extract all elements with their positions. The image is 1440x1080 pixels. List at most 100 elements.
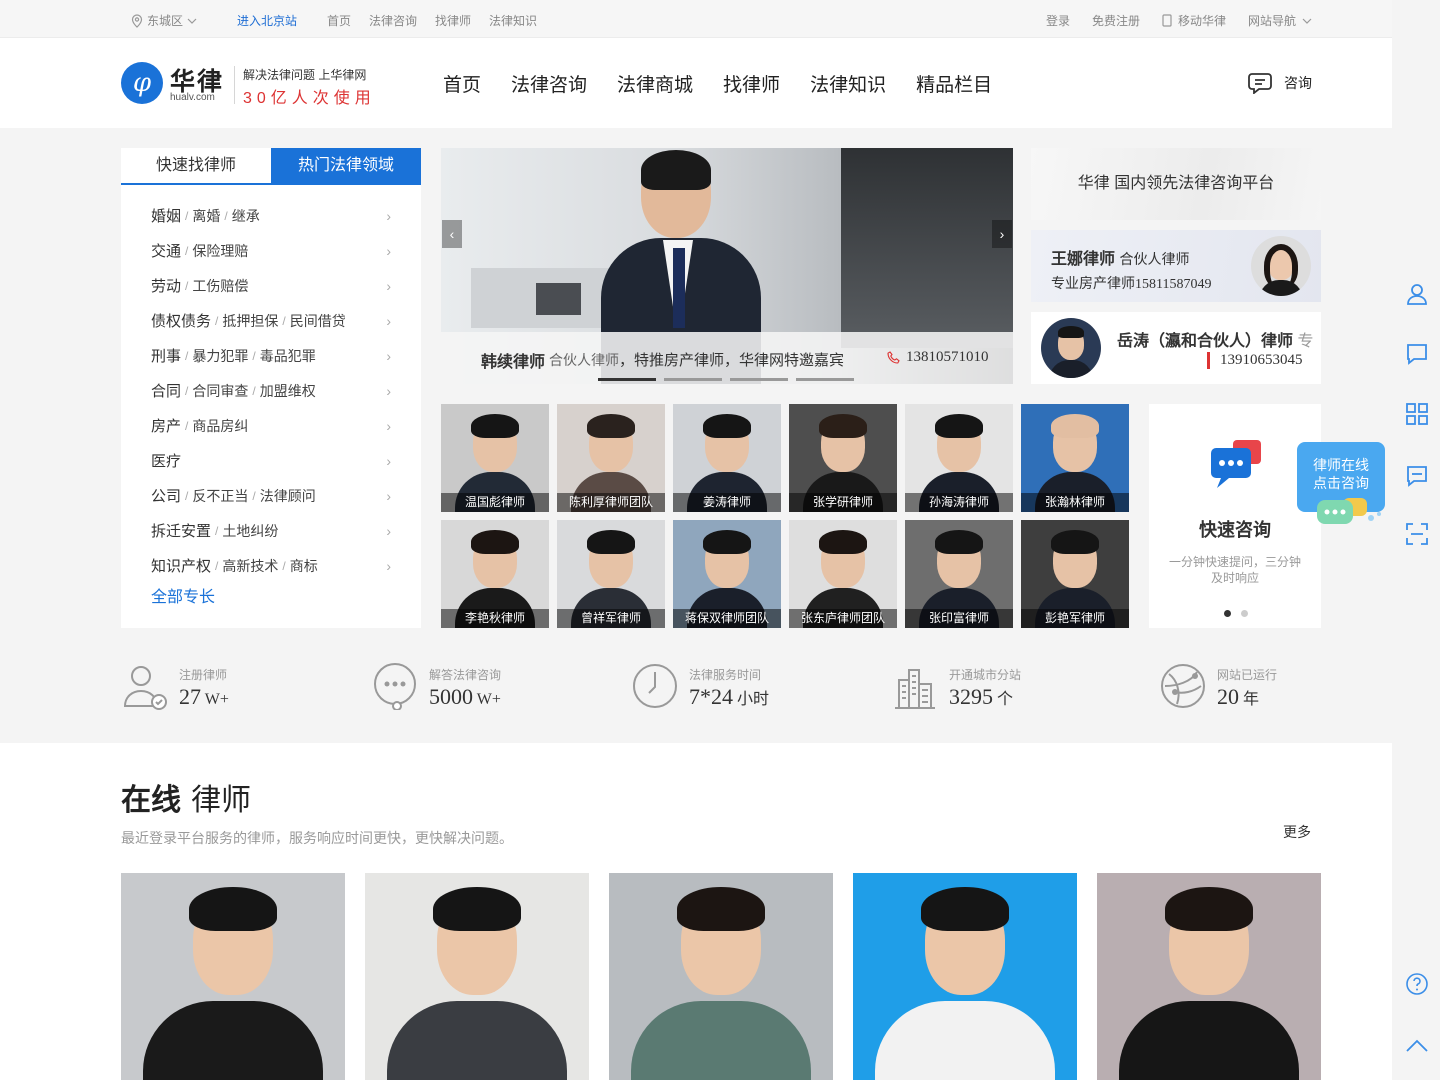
category-item[interactable]: 交通 / 保险理赔 › xyxy=(151,233,391,268)
pager-dot[interactable] xyxy=(1224,610,1231,617)
online-lawyer-card[interactable] xyxy=(853,873,1077,1080)
category-item[interactable]: 医疗 › xyxy=(151,443,391,478)
lawyer-tile[interactable]: 姜涛律师 xyxy=(673,404,781,512)
category-sub[interactable]: 离婚 xyxy=(192,206,220,226)
online-lawyer-card[interactable] xyxy=(121,873,345,1080)
nav-item[interactable]: 法律商城 xyxy=(617,70,693,97)
quick-consult-card[interactable]: 快速咨询 一分钟快速提问，三分钟及时响应 xyxy=(1149,404,1321,628)
category-sub[interactable]: 土地纠纷 xyxy=(222,521,278,541)
category-sub[interactable]: 商标 xyxy=(290,556,318,576)
hero-banner[interactable]: ‹ › 韩续律师 合伙人律师，特推房产律师，华律网特邀嘉宾 1381057101… xyxy=(441,148,1013,384)
category-main[interactable]: 知识产权 xyxy=(151,555,211,576)
category-main[interactable]: 刑事 xyxy=(151,345,181,366)
lawyer-tile[interactable]: 张瀚林律师 xyxy=(1021,404,1129,512)
nav-item[interactable]: 首页 xyxy=(443,70,481,97)
category-sub[interactable]: 工伤赔偿 xyxy=(192,276,248,296)
online-lawyer-card[interactable] xyxy=(609,873,833,1080)
scan-icon[interactable] xyxy=(1405,522,1429,546)
category-sub[interactable]: 保险理赔 xyxy=(192,241,248,261)
category-sub[interactable]: 毒品犯罪 xyxy=(260,346,316,366)
category-sub[interactable]: 继承 xyxy=(232,206,260,226)
top-link[interactable]: 首页 xyxy=(327,12,351,29)
category-main[interactable]: 拆迁安置 xyxy=(151,520,211,541)
featured-lawyer-card[interactable]: 王娜律师 合伙人律师 专业房产律师15811587049 xyxy=(1031,230,1321,302)
all-specialties-link[interactable]: 全部专长 xyxy=(151,589,215,606)
logo-mark[interactable]: φ xyxy=(121,62,163,104)
top-link[interactable]: 找律师 xyxy=(435,12,471,29)
city-link[interactable]: 进入北京站 xyxy=(237,12,297,29)
category-tab[interactable]: 热门法律领域 xyxy=(271,148,421,183)
featured-lawyer-card[interactable]: 岳涛（瀛和合伙人）律师 专 13910653045 xyxy=(1031,312,1321,384)
category-main[interactable]: 婚姻 xyxy=(151,205,181,226)
category-sub[interactable]: 抵押担保 xyxy=(222,311,278,331)
category-item[interactable]: 知识产权 / 高新技术 / 商标 › xyxy=(151,548,391,583)
category-sub[interactable]: 反不正当 xyxy=(192,486,248,506)
banner-next-button[interactable]: › xyxy=(992,220,1012,248)
lawyer-tile[interactable]: 温国彪律师 xyxy=(441,404,549,512)
register-link[interactable]: 免费注册 xyxy=(1092,12,1140,29)
help-icon[interactable] xyxy=(1405,972,1429,996)
lawyer-tile[interactable]: 张学研律师 xyxy=(789,404,897,512)
avatar xyxy=(1041,318,1101,378)
lawyer-tile[interactable]: 孙海涛律师 xyxy=(905,404,1013,512)
pager-dot[interactable] xyxy=(1241,610,1248,617)
location-selector[interactable]: 东城区 xyxy=(131,12,197,29)
consult-button[interactable]: 咨询 xyxy=(1248,72,1312,94)
category-sub[interactable]: 加盟维权 xyxy=(260,381,316,401)
top-link[interactable]: 法律咨询 xyxy=(369,12,417,29)
chat-icon[interactable] xyxy=(1405,464,1429,488)
category-sub[interactable]: 商品房纠 xyxy=(192,416,248,436)
login-link[interactable]: 登录 xyxy=(1046,12,1070,29)
lawyer-tile[interactable]: 张东庐律师团队 xyxy=(789,520,897,628)
category-main[interactable]: 医疗 xyxy=(151,450,181,471)
user-icon[interactable] xyxy=(1405,282,1429,306)
category-item[interactable]: 婚姻 / 离婚 / 继承 › xyxy=(151,198,391,233)
category-item[interactable]: 公司 / 反不正当 / 法律顾问 › xyxy=(151,478,391,513)
lawyer-tile[interactable]: 蒋保双律师团队 xyxy=(673,520,781,628)
back-to-top-icon[interactable] xyxy=(1405,1034,1429,1058)
category-main[interactable]: 劳动 xyxy=(151,275,181,296)
category-sub[interactable]: 民间借贷 xyxy=(290,311,346,331)
banner-indicator[interactable] xyxy=(664,378,722,381)
platform-promo[interactable]: 华律 国内领先法律咨询平台 xyxy=(1031,148,1321,220)
category-main[interactable]: 合同 xyxy=(151,380,181,401)
more-link[interactable]: 更多 xyxy=(1283,822,1311,842)
online-lawyer-card[interactable] xyxy=(1097,873,1321,1080)
category-tab[interactable]: 快速找律师 xyxy=(121,148,271,183)
category-sub[interactable]: 高新技术 xyxy=(222,556,278,576)
category-item[interactable]: 债权债务 / 抵押担保 / 民间借贷 › xyxy=(151,303,391,338)
category-sub[interactable]: 合同审查 xyxy=(192,381,248,401)
nav-item[interactable]: 法律知识 xyxy=(810,70,886,97)
category-main[interactable]: 公司 xyxy=(151,485,181,506)
nav-item[interactable]: 找律师 xyxy=(723,70,780,97)
lawyer-tile[interactable]: 彭艳军律师 xyxy=(1021,520,1129,628)
nav-item[interactable]: 精品栏目 xyxy=(916,70,992,97)
top-link[interactable]: 法律知识 xyxy=(489,12,537,29)
lawyer-tile[interactable]: 张印富律师 xyxy=(905,520,1013,628)
category-main[interactable]: 交通 xyxy=(151,240,181,261)
online-lawyer-card[interactable] xyxy=(365,873,589,1080)
category-main[interactable]: 房产 xyxy=(151,415,181,436)
lawyer-tile[interactable]: 李艳秋律师 xyxy=(441,520,549,628)
message-icon[interactable] xyxy=(1405,342,1429,366)
category-item[interactable]: 刑事 / 暴力犯罪 / 毒品犯罪 › xyxy=(151,338,391,373)
online-consult-bubble[interactable]: 律师在线 点击咨询 xyxy=(1297,442,1385,524)
banner-indicator[interactable] xyxy=(796,378,854,381)
mobile-link[interactable]: 移动华律 xyxy=(1162,12,1226,29)
lawyer-tile[interactable]: 曾祥军律师 xyxy=(557,520,665,628)
category-main[interactable]: 债权债务 xyxy=(151,310,211,331)
nav-item[interactable]: 法律咨询 xyxy=(511,70,587,97)
banner-prev-button[interactable]: ‹ xyxy=(442,220,462,248)
category-item[interactable]: 劳动 / 工伤赔偿 › xyxy=(151,268,391,303)
apps-icon[interactable] xyxy=(1405,402,1429,426)
lawyer-icon xyxy=(123,666,167,710)
site-nav-link[interactable]: 网站导航 xyxy=(1248,12,1312,29)
category-sub[interactable]: 法律顾问 xyxy=(260,486,316,506)
category-item[interactable]: 房产 / 商品房纠 › xyxy=(151,408,391,443)
lawyer-tile[interactable]: 陈利厚律师团队 xyxy=(557,404,665,512)
category-item[interactable]: 合同 / 合同审查 / 加盟维权 › xyxy=(151,373,391,408)
category-item[interactable]: 拆迁安置 / 土地纠纷 › xyxy=(151,513,391,548)
banner-indicator[interactable] xyxy=(730,378,788,381)
banner-indicator[interactable] xyxy=(598,378,656,381)
category-sub[interactable]: 暴力犯罪 xyxy=(192,346,248,366)
